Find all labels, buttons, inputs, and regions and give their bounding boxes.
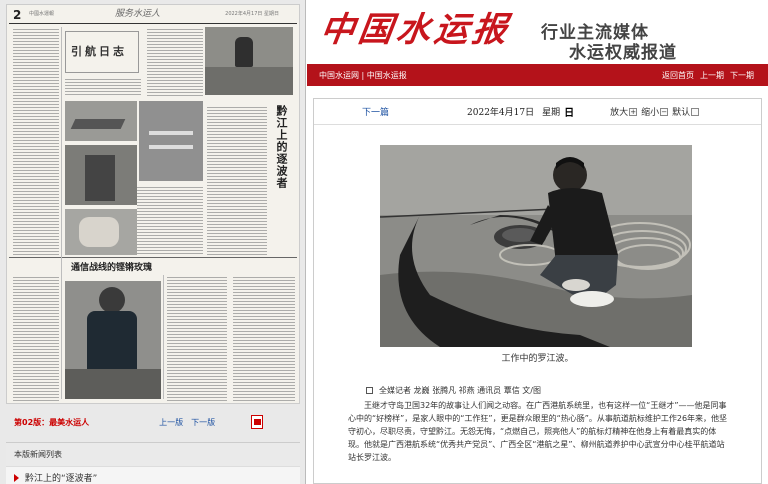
next-article-link[interactable]: 下一篇 [362, 105, 389, 118]
scan-text-block [167, 275, 227, 401]
zoom-out-icon: − [660, 107, 669, 116]
article-toolbar: 下一篇 2022年4月17日 星期 日 放大 + 缩小 − 默认 [314, 99, 761, 125]
news-list: 本版新闻列表 黔江上的“逐波者” [6, 442, 300, 484]
zoom-out-button[interactable]: 缩小 − [641, 105, 669, 118]
scan-text-block [65, 77, 141, 97]
scan-photo [65, 209, 137, 255]
zoom-out-label: 缩小 [641, 108, 660, 118]
byline: 全媒记者 龙巍 张腾凡 祁燕 通讯员 覃信 文/图 [366, 385, 541, 396]
next-edition-link[interactable]: 下一期 [730, 70, 754, 81]
page-root: 2 中國水運報 服务水运人 2022年4月17日 星期日 引航日志 黔江上的逐波… [0, 0, 768, 484]
scan-photo-top-right [205, 27, 293, 95]
scan-photo [139, 101, 203, 181]
weekday-label: 星期 [542, 108, 561, 118]
slogan-line-2: 水运权威报道 [569, 43, 677, 63]
zoom-in-label: 放大 [610, 108, 629, 118]
zoom-in-button[interactable]: 放大 + [610, 105, 638, 118]
scan-text-block [147, 27, 203, 97]
scan-column-rule [163, 275, 164, 399]
scan-text-block [207, 105, 267, 255]
bullet-arrow-icon [14, 473, 19, 482]
news-list-item[interactable]: 黔江上的“逐波者” [6, 467, 300, 484]
edition-label: 第02版：最美水运人 [14, 417, 90, 427]
article-body: 王继才守岛卫国32年的故事让人们闻之动容。在广西港航系统里，也有这样一位“王继才… [348, 401, 728, 462]
scan-section-rule [9, 257, 297, 258]
scan-text-block [13, 27, 59, 257]
article-panel: 下一篇 2022年4月17日 星期 日 放大 + 缩小 − 默认 工作中的罗江波… [313, 98, 762, 484]
news-list-item-label: 黔江上的“逐波者” [25, 474, 98, 484]
scan-page-number: 2 [13, 8, 22, 22]
home-link[interactable]: 返回首页 [662, 70, 694, 81]
scan-photo [65, 101, 137, 141]
scan-photo [65, 145, 137, 205]
zoom-in-icon: + [629, 107, 638, 116]
scan-text-block [13, 275, 59, 401]
scan-text-block [137, 185, 203, 255]
scan-column-rule [61, 27, 62, 399]
scan-date: 2022年4月17日 星期日 [225, 11, 279, 17]
zoom-default-label: 默认 [672, 108, 691, 118]
scan-text-block [233, 275, 295, 401]
article-photo-image [380, 145, 692, 347]
zoom-default-button[interactable]: 默认 [672, 105, 700, 118]
banner: 中国水运报 行业主流媒体 水运权威报道 [307, 0, 768, 64]
left-pane: 2 中國水運報 服务水运人 2022年4月17日 星期日 引航日志 黔江上的逐波… [0, 0, 306, 484]
pdf-icon[interactable] [251, 415, 264, 429]
site-logo[interactable]: 中国水运报 [318, 2, 515, 51]
photo-caption: 工作中的罗江波。 [501, 354, 574, 364]
news-list-title: 本版新闻列表 [6, 443, 300, 467]
scan-vertical-title: 黔江上的逐波者 [275, 105, 288, 189]
byline-text: 全媒记者 龙巍 张腾凡 祁燕 通讯员 覃信 文/图 [379, 386, 541, 395]
next-page-link[interactable]: 下一版 [191, 417, 215, 428]
scan-header-calligraphy: 服务水运人 [115, 9, 161, 19]
prev-page-link[interactable]: 上一版 [159, 417, 183, 428]
site-links[interactable]: 中国水运网 | 中国水运报 [319, 70, 407, 81]
top-nav-bar: 中国水运网 | 中国水运报 返回首页 上一期 下一期 [307, 64, 768, 86]
article-photo [380, 145, 692, 347]
newspaper-page-scan[interactable]: 2 中國水運報 服务水运人 2022年4月17日 星期日 引航日志 黔江上的逐波… [6, 4, 300, 404]
scan-wide-title: 通信战线的铿锵玫瑰 [71, 263, 153, 273]
byline-box-icon [366, 387, 373, 394]
prev-edition-link[interactable]: 上一期 [700, 70, 724, 81]
scan-header-rule [9, 23, 297, 24]
zoom-default-icon [691, 107, 700, 116]
scan-photo-bottom [65, 281, 161, 399]
scan-column-title: 引航日志 [71, 45, 127, 58]
scan-masthead: 中國水運報 [29, 11, 55, 17]
edition-nav-bar: 第02版：最美水运人 上一版 下一版 [6, 412, 300, 432]
right-pane: 中国水运报 行业主流媒体 水运权威报道 中国水运网 | 中国水运报 返回首页 上… [307, 0, 768, 484]
issue-date: 2022年4月17日 [467, 108, 535, 118]
weekday-value: 日 [564, 108, 575, 119]
